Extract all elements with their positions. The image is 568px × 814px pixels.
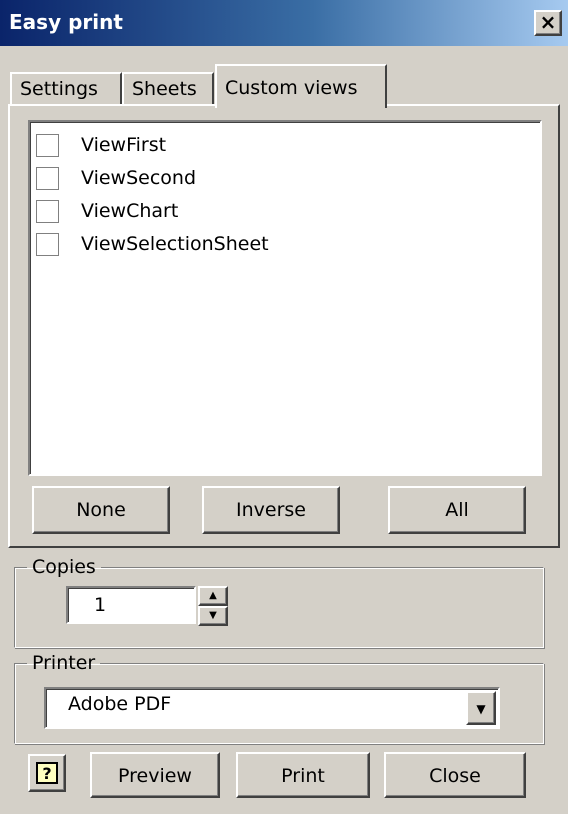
list-item[interactable]: ViewSecond [36, 163, 196, 193]
printer-select[interactable]: Adobe PDF ▼ [44, 687, 500, 729]
copies-legend: Copies [32, 556, 96, 578]
title-bar[interactable]: Easy print × [0, 0, 568, 46]
arrow-down-icon: ▼ [209, 610, 217, 621]
views-list[interactable]: ViewFirst ViewSecond ViewChart ViewSelec… [28, 120, 542, 476]
view-checkbox[interactable] [36, 133, 59, 157]
custom-views-panel: ViewFirst ViewSecond ViewChart ViewSelec… [8, 104, 560, 548]
printer-dropdown-button[interactable]: ▼ [466, 691, 496, 725]
select-none-button[interactable]: None [32, 486, 170, 534]
view-label: ViewFirst [81, 134, 167, 156]
preview-button[interactable]: Preview [90, 752, 220, 798]
help-icon: ? [36, 762, 58, 784]
copies-spin-up-button[interactable]: ▲ [198, 586, 228, 606]
close-button[interactable]: × [534, 10, 562, 36]
window-title: Easy print [9, 10, 123, 34]
printer-value: Adobe PDF [68, 693, 172, 715]
view-checkbox[interactable] [36, 199, 59, 223]
printer-legend: Printer [32, 652, 96, 674]
tab-custom-views[interactable]: Custom views [215, 64, 387, 108]
view-label: ViewSecond [81, 167, 197, 189]
copies-input[interactable]: 1 [66, 586, 196, 624]
arrow-up-icon: ▲ [209, 590, 217, 601]
copies-spin-down-button[interactable]: ▼ [198, 606, 228, 626]
close-icon: × [539, 10, 557, 34]
chevron-down-icon: ▼ [476, 702, 486, 716]
list-item[interactable]: ViewChart [36, 196, 178, 226]
select-all-button[interactable]: All [388, 486, 526, 534]
select-inverse-button[interactable]: Inverse [202, 486, 340, 534]
view-label: ViewChart [81, 200, 179, 222]
print-button[interactable]: Print [236, 752, 370, 798]
list-item[interactable]: ViewFirst [36, 130, 166, 160]
view-checkbox[interactable] [36, 232, 59, 256]
view-label: ViewSelectionSheet [81, 233, 269, 255]
tab-settings[interactable]: Settings [10, 72, 122, 104]
help-button[interactable]: ? [28, 754, 66, 792]
tab-sheets[interactable]: Sheets [122, 72, 214, 104]
view-checkbox[interactable] [36, 166, 59, 190]
list-item[interactable]: ViewSelectionSheet [36, 229, 269, 259]
close-dialog-button[interactable]: Close [384, 752, 526, 798]
